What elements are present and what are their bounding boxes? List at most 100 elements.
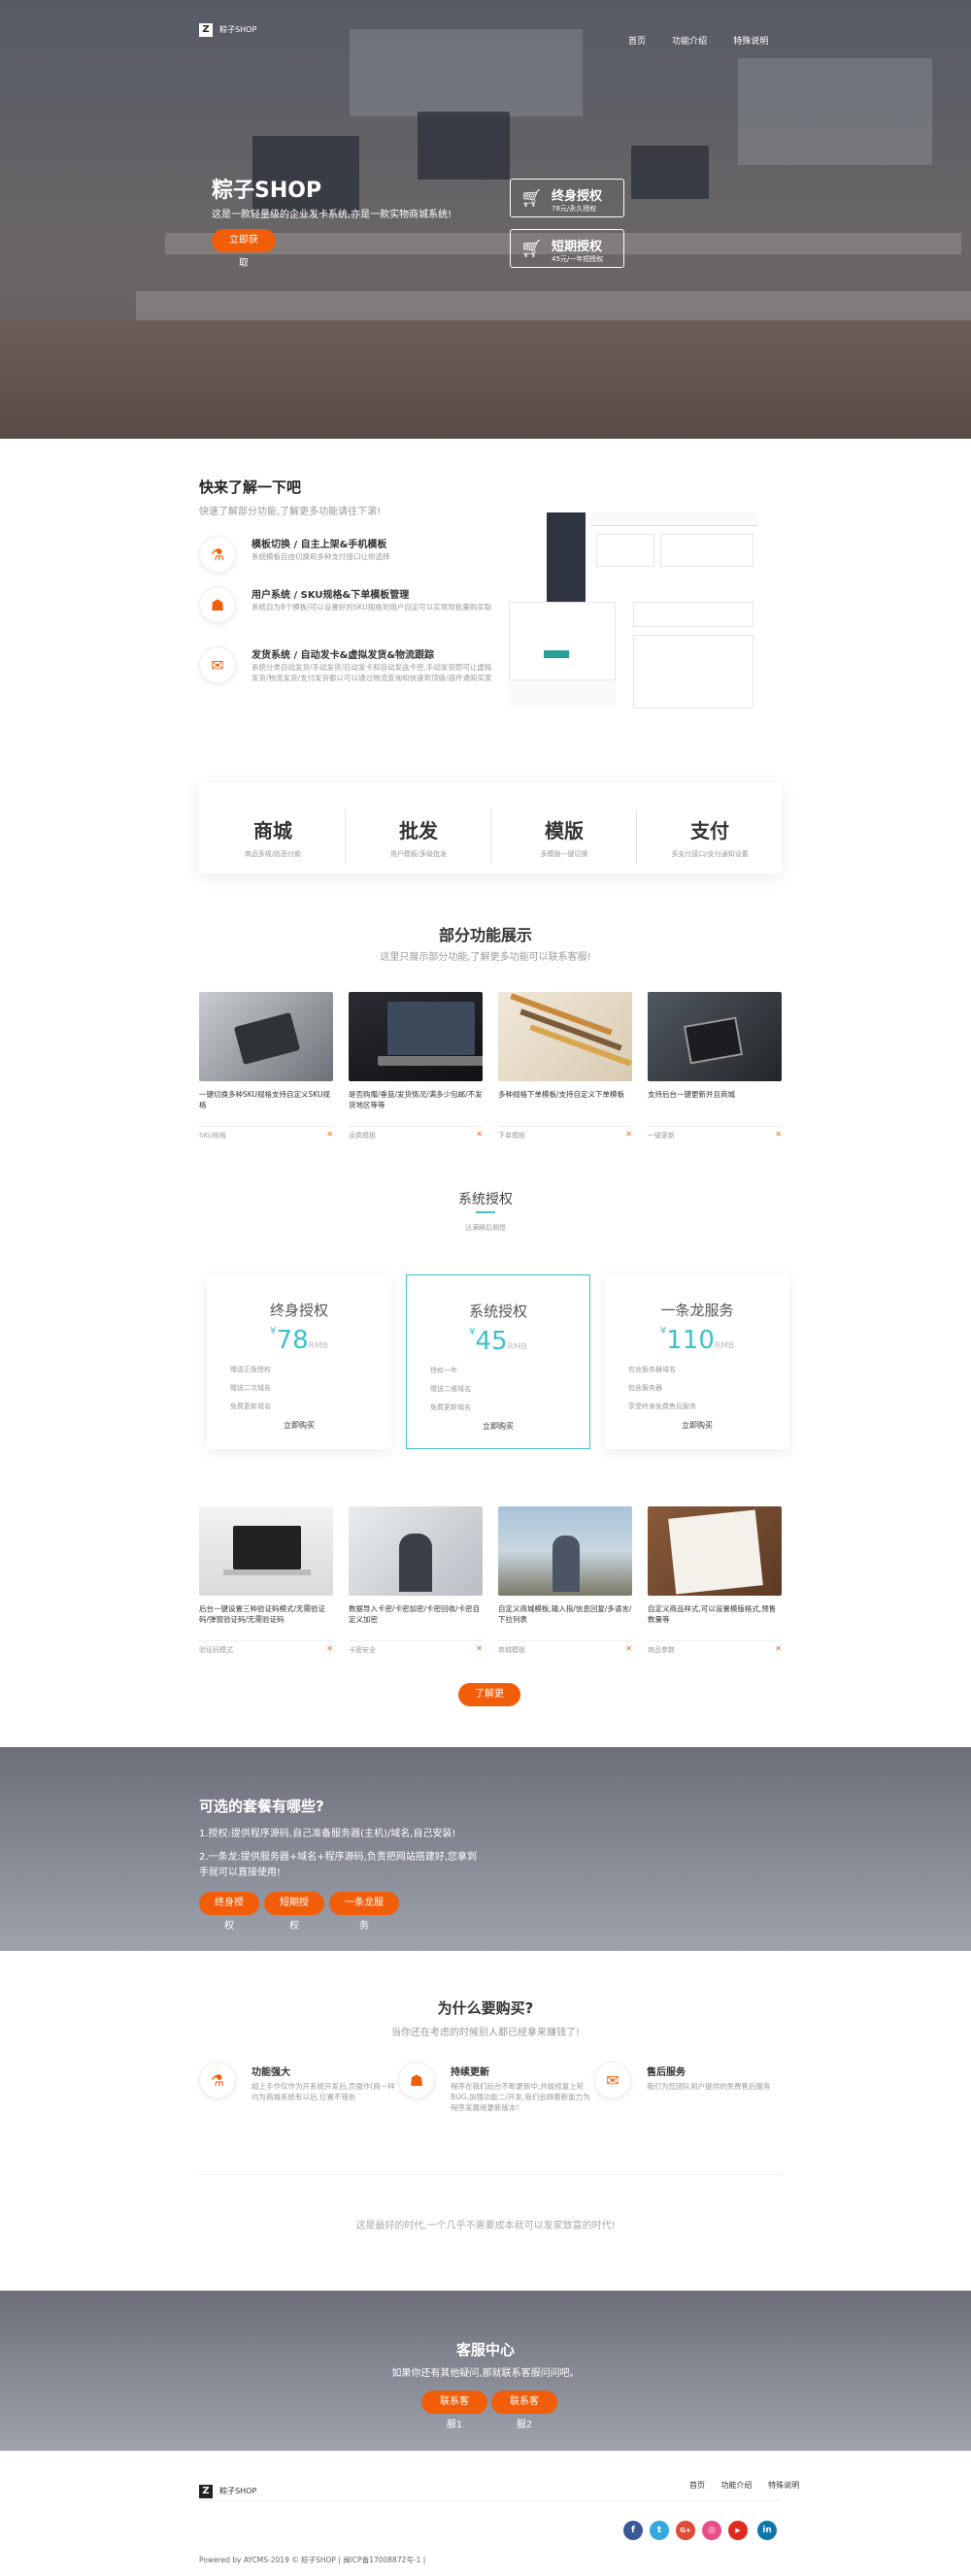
screenshot-panel	[596, 534, 654, 567]
buy-button[interactable]: 立即购买	[407, 1421, 589, 1432]
laptop-base	[378, 1056, 483, 1066]
card-caption: 自定义商城模板,输入指/信息回复/多语言/下拉列表	[498, 1604, 632, 1624]
screenshot-panel	[633, 635, 753, 709]
feature-card[interactable]: 支持后台一键更新并且商城 一键更新 ✕	[648, 992, 782, 1139]
contact-support-2-button[interactable]: 联系客服2	[491, 2391, 557, 2430]
dribbble-icon[interactable]: ◎	[702, 2521, 721, 2540]
feature-card[interactable]: 数据导入卡密/卡密加密/卡密回收/卡密自定义加密 卡密安全 ✕	[349, 1506, 483, 1654]
logo[interactable]: Z 粽子SHOP	[199, 17, 256, 37]
linkedin-icon[interactable]: in	[757, 2521, 777, 2540]
users-icon: ☗	[199, 586, 236, 623]
hero-cta-button[interactable]: 立即获取	[212, 229, 276, 269]
close-icon[interactable]: ✕	[326, 1130, 333, 1139]
close-icon[interactable]: ✕	[476, 1130, 483, 1139]
card-caption: 数据导入卡密/卡密加密/卡密回收/卡密自定义加密	[349, 1604, 481, 1624]
card-caption: 后台一键设置三种验证码模式/无需验证码/弹窗验证码/无需验证码	[199, 1604, 326, 1624]
card-caption: 多种规格下单模板/支持自定义下单模板	[498, 1090, 625, 1099]
option-short-button[interactable]: 短期授权	[264, 1892, 324, 1932]
hero-overlay	[0, 0, 971, 439]
learn-more-button[interactable]: 了解更多	[458, 1683, 520, 1723]
footer-logo[interactable]: Z 粽子SHOP	[199, 2479, 256, 2498]
card-image	[349, 992, 483, 1081]
screenshot-panel	[633, 602, 753, 627]
close-icon[interactable]: ✕	[625, 1130, 632, 1139]
close-icon[interactable]: ✕	[476, 1644, 483, 1653]
why-item-title: 售后服务	[647, 2067, 686, 2078]
hero-card-title: 终身授权	[552, 189, 603, 204]
nav-features[interactable]: 功能介绍	[672, 37, 707, 47]
close-icon[interactable]: ✕	[326, 1644, 333, 1653]
feature-card[interactable]: 自定义商城模板,输入指/信息回复/多语言/下拉列表 商城模板 ✕	[498, 1506, 632, 1654]
screenshot-stats	[509, 679, 616, 709]
price-feature: 包含服务器域名	[628, 1366, 676, 1373]
price-features: 赠送正版授权 赠送二次域名 免费更新域名	[230, 1361, 391, 1416]
nav-home[interactable]: 首页	[628, 37, 646, 47]
footer-nav-home[interactable]: 首页	[689, 2481, 705, 2490]
intro-feature: ☗ 用户系统 / SKU规格&下单模板管理 系统自为8个模板/可以设置好的SKU…	[199, 586, 491, 635]
card-footer: 商品参数 ✕	[648, 1640, 782, 1654]
price-feature: 授权一年	[430, 1367, 457, 1374]
support-title: 客服中心	[455, 2341, 515, 2359]
option-lifetime-button[interactable]: 终身授权	[199, 1892, 259, 1932]
intro-feature: ⚗ 模板切换 / 自主上架&手机模板 系统模板自由切换和多种支付接口让你选择	[199, 536, 490, 575]
contact-support-1-button[interactable]: 联系客服1	[421, 2391, 487, 2430]
options-line2: 2.一条龙:提供服务器+域名+程序源码,负责把网站搭建好,您拿到手就可以直接使用…	[199, 1852, 478, 1878]
logo-text: 粽子SHOP	[219, 25, 257, 34]
price-title: 一条龙服务	[660, 1302, 734, 1319]
feature-card[interactable]: 一键切换多种SKU规格支持自定义SKU规格 SKU规格 ✕	[199, 992, 333, 1139]
stat-desc: 用户模板/多级批发	[389, 850, 448, 858]
hero-subtitle: 这是一款轻量级的企业发卡系统,亦是一款实物商城系统!	[212, 210, 452, 220]
buy-button[interactable]: 立即购买	[207, 1420, 391, 1431]
feature-card[interactable]: 自定义商品样式,可以设置模版格式,预售数量等 商品参数 ✕	[648, 1506, 782, 1654]
close-icon[interactable]: ✕	[775, 1644, 782, 1653]
facebook-icon[interactable]: f	[623, 2521, 643, 2540]
feature-title: 用户系统 / SKU规格&下单模板管理	[251, 590, 410, 601]
card-footer: 卡密安全 ✕	[349, 1640, 483, 1654]
cart-icon: 🛒︎	[520, 239, 543, 259]
card-footer: 商城模板 ✕	[498, 1640, 632, 1654]
card-image	[199, 1506, 333, 1596]
hero-card-title: 短期授权	[552, 240, 603, 254]
footer-nav-features[interactable]: 功能介绍	[721, 2481, 753, 2490]
stat-title: 批发	[399, 819, 438, 842]
feature-card[interactable]: 是否购赠/垂篮/发货情况/满多少包邮/不发货地区等等 运费模板 ✕	[349, 992, 483, 1139]
feature-card[interactable]: 后台一键设置三种验证码模式/无需验证码/弹窗验证码/无需验证码 验证码模式 ✕	[199, 1506, 333, 1654]
pricing-underline	[476, 1211, 495, 1213]
card-tag: 一键更新	[648, 1132, 675, 1139]
option-fullservice-button[interactable]: 一条龙服务	[329, 1892, 399, 1932]
card-caption: 支持后台一键更新并且商城	[648, 1090, 735, 1099]
screenshot-topbar	[590, 512, 757, 526]
showcase-subtitle: 这里只展示部分功能,了解更多功能可以联系客服!	[380, 952, 591, 963]
stats-box: 商城 商品多规/防恶付款 批发 用户模板/多级批发 模版 多模版一键切换 支付 …	[199, 782, 782, 874]
price-features: 包含服务器域名 包含服务器 享受终身免费售后服务	[628, 1361, 789, 1416]
price-card-system: 系统授权 ¥45RMB 授权一年 赠送二维域名 免费更新域名 立即购买	[406, 1274, 590, 1449]
google-plus-icon[interactable]: G+	[676, 2521, 695, 2540]
support-subtitle: 如果你还有其他疑问,那就联系客服问问吧。	[391, 2368, 580, 2379]
hero-section: Z 粽子SHOP 首页 功能介绍 特殊说明 粽子SHOP 这是一款轻量级的企业发…	[0, 0, 971, 439]
feature-card[interactable]: 多种规格下单模板/支持自定义下单模板 下单模板 ✕	[498, 992, 632, 1139]
chat-icon: ✉	[199, 646, 236, 683]
footer-nav-notes[interactable]: 特殊说明	[768, 2481, 799, 2490]
intro-title: 快来了解一下吧	[199, 479, 302, 496]
laptop-screen	[233, 1526, 301, 1569]
why-item-title: 功能强大	[251, 2067, 290, 2078]
nav-notes[interactable]: 特殊说明	[733, 37, 768, 47]
price-value: ¥110RMB	[605, 1326, 789, 1355]
buy-button[interactable]: 立即购买	[605, 1420, 789, 1431]
youtube-icon[interactable]: ▶	[728, 2521, 748, 2540]
person-shape	[552, 1536, 580, 1592]
card-tag: 运费模板	[349, 1132, 376, 1139]
price-feature: 赠送二次域名	[230, 1384, 271, 1392]
intro-subtitle: 快速了解部分功能,了解更多功能请往下滚!	[199, 507, 382, 517]
logo-icon: Z	[199, 2485, 213, 2498]
logo-icon: Z	[199, 23, 213, 37]
twitter-icon[interactable]: t	[650, 2521, 669, 2540]
close-icon[interactable]: ✕	[625, 1644, 632, 1653]
hero-card-lifetime[interactable]: 🛒︎ 终身授权 78元/永久授权	[510, 179, 624, 217]
close-icon[interactable]: ✕	[775, 1130, 782, 1139]
hero-card-short[interactable]: 🛒︎ 短期授权 45元/一年短授权	[510, 229, 624, 268]
stat-item: 支付 多支付接口/支付通知设置	[636, 782, 784, 874]
flask-icon: ⚗	[199, 2062, 236, 2098]
card-image	[648, 1506, 782, 1596]
why-subtitle: 当你还在考虑的时候别人都已经拿来赚钱了!	[390, 2028, 580, 2038]
